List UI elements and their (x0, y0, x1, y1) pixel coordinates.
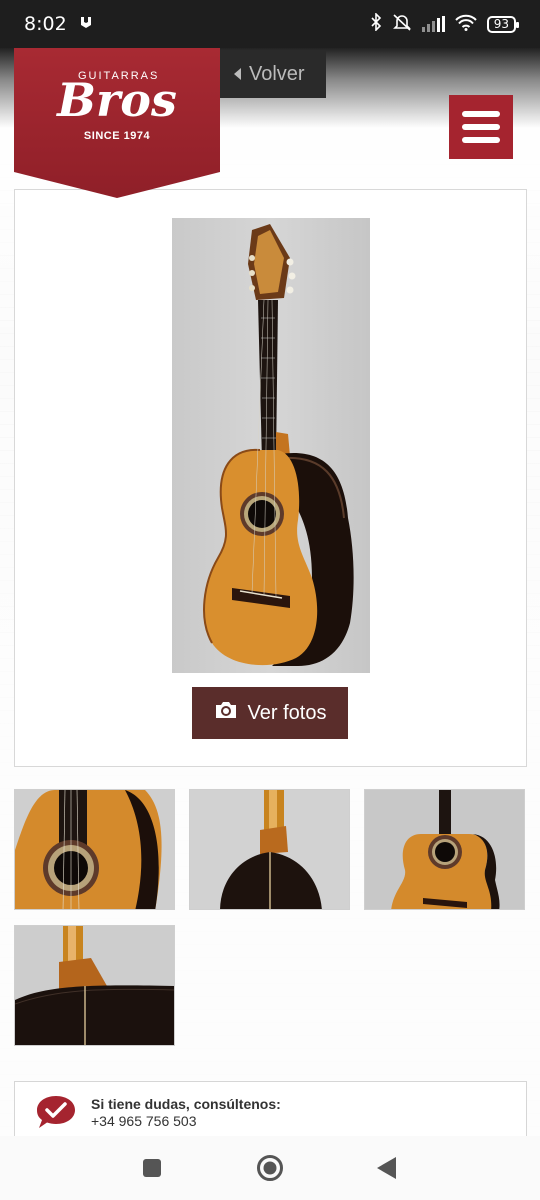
ver-fotos-label: Ver fotos (247, 701, 327, 724)
thumbnail-front-view[interactable] (364, 789, 525, 910)
thumbnail-soundboard-closeup[interactable] (14, 789, 175, 910)
mute-icon (392, 13, 412, 35)
product-card: Ver fotos (14, 189, 527, 767)
contact-title: Si tiene dudas, consúltenos: (91, 1096, 281, 1112)
signal-icon (421, 16, 445, 32)
logo-text: GUITARRAS Bros SINCE 1974 (14, 70, 220, 142)
page-content: GUITARRAS Bros SINCE 1974 Volver Ver fot… (0, 48, 540, 1136)
home-button[interactable] (256, 1154, 284, 1187)
camera-icon (214, 700, 238, 726)
brand-logo[interactable]: GUITARRAS Bros SINCE 1974 (14, 48, 220, 198)
guitar-illustration (203, 224, 354, 666)
logo-main-text: Bros (57, 73, 177, 127)
status-bar: 8:02 93 (0, 0, 540, 48)
back-label: Volver (249, 62, 305, 85)
menu-button[interactable] (449, 95, 513, 159)
thumbnail-heel-detail[interactable] (14, 925, 175, 1046)
ver-fotos-button[interactable]: Ver fotos (192, 687, 348, 739)
notification-icon (79, 15, 93, 33)
product-main-image[interactable] (172, 218, 370, 673)
recents-button[interactable] (142, 1158, 162, 1183)
status-time: 8:02 (24, 13, 67, 35)
bluetooth-icon (370, 12, 382, 35)
contact-box: Si tiene dudas, consúltenos: +34 965 756… (14, 1081, 527, 1136)
thumbnail-back-view[interactable] (189, 789, 350, 910)
back-button[interactable] (376, 1156, 398, 1185)
check-chat-icon (35, 1094, 77, 1130)
logo-tagline: SINCE 1974 (83, 130, 151, 142)
battery-icon: 93 (486, 15, 520, 33)
wifi-icon (455, 14, 477, 35)
contact-phone-link[interactable]: +34 965 756 503 (91, 1113, 197, 1129)
chevron-left-icon (234, 68, 241, 80)
back-link[interactable]: Volver (220, 50, 326, 98)
hamburger-icon (462, 111, 500, 143)
system-nav-bar (0, 1136, 540, 1200)
